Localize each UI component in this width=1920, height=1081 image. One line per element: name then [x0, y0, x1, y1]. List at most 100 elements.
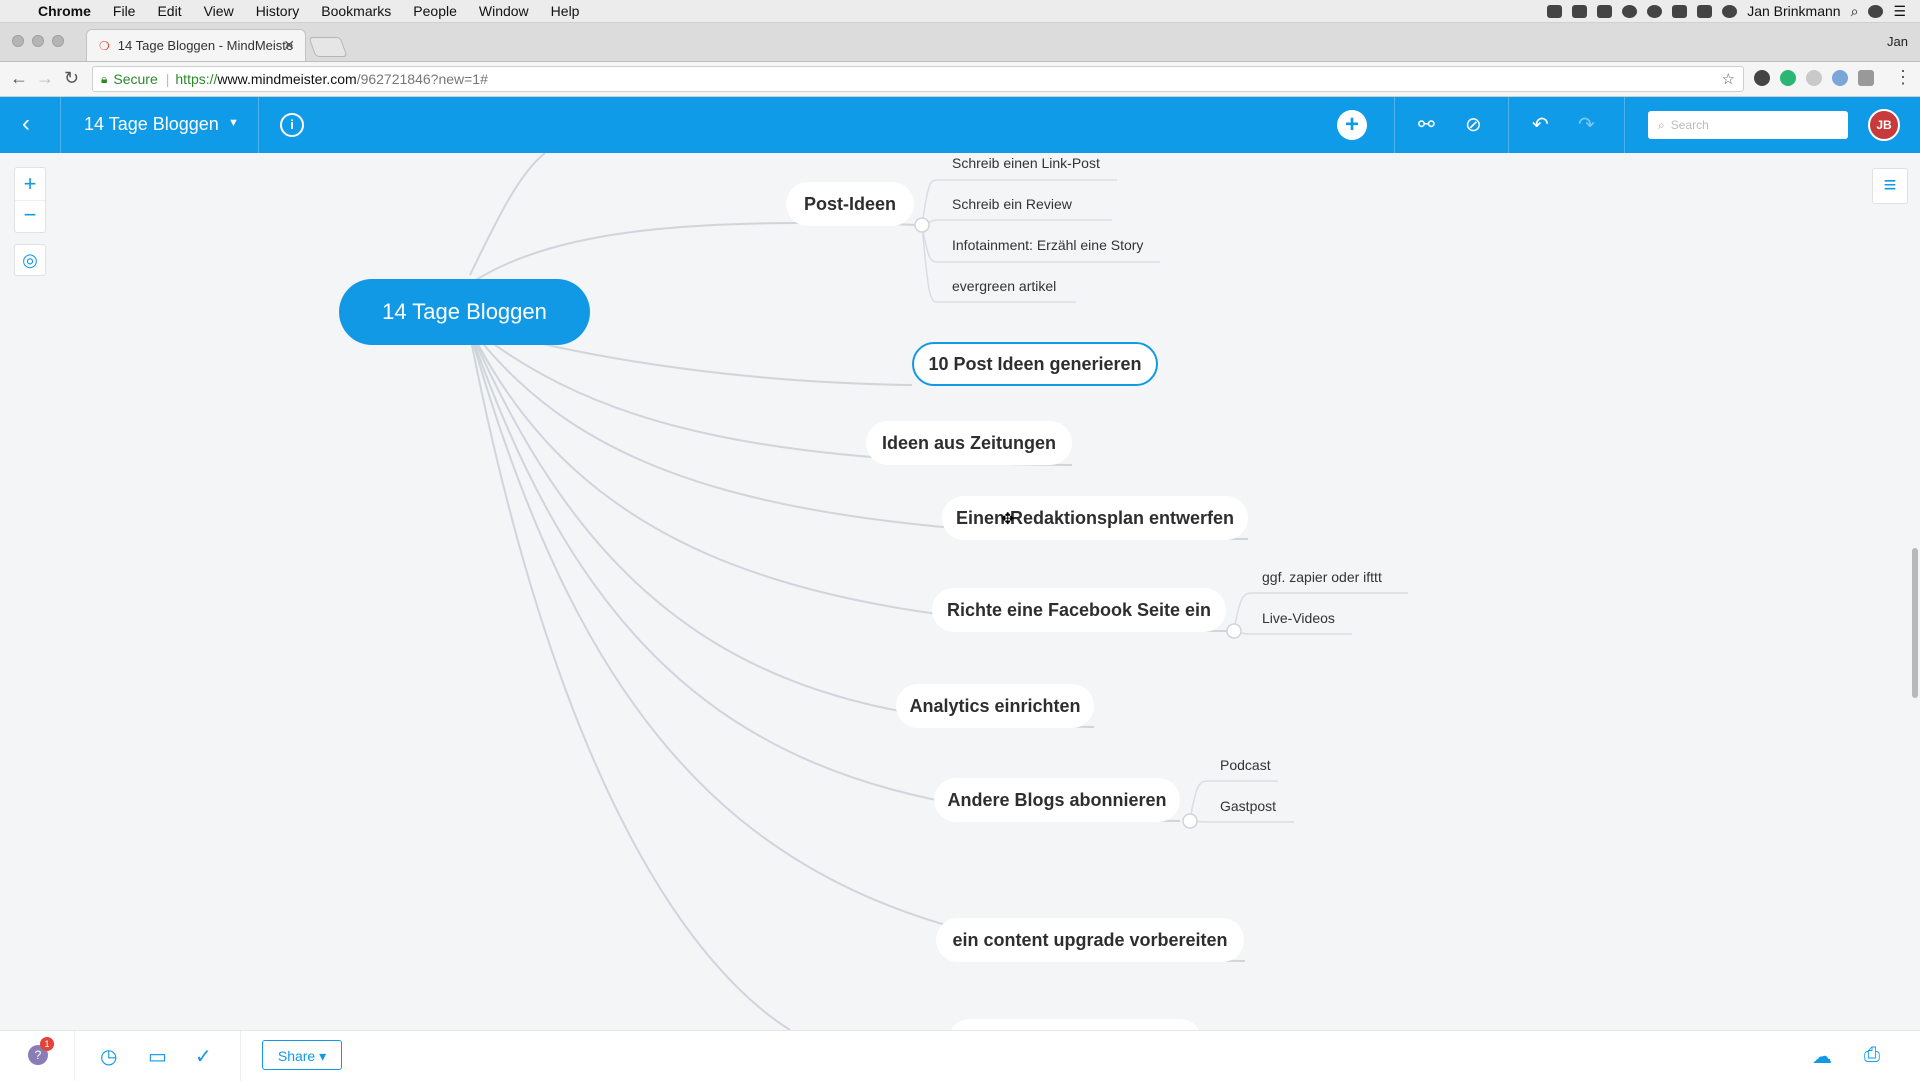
subtopic-live-videos[interactable]: Live-Videos — [1262, 610, 1335, 626]
menu-app-name[interactable]: Chrome — [38, 3, 91, 19]
window-close-icon[interactable] — [12, 35, 24, 47]
browser-profile-name[interactable]: Jan — [1887, 34, 1908, 49]
subtopic-gastpost[interactable]: Gastpost — [1220, 798, 1276, 814]
topic-10-post-ideen-generieren[interactable]: 10 Post Ideen generieren — [912, 342, 1158, 386]
lock-icon: 🔒︎ — [101, 71, 108, 86]
redo-icon[interactable]: ↷ — [1578, 112, 1595, 137]
subtopic-zapier[interactable]: ggf. zapier oder ifttt — [1262, 569, 1382, 585]
spotlight-search-icon[interactable]: ⌕ — [1851, 3, 1859, 20]
notification-tray-icon[interactable] — [1697, 4, 1713, 18]
share-label: Share — [277, 1048, 316, 1064]
extension-info-icon[interactable] — [1754, 70, 1770, 86]
info-icon[interactable]: i — [280, 113, 304, 137]
bookmark-star-icon[interactable]: ☆ — [1722, 70, 1735, 88]
menu-edit[interactable]: Edit — [157, 3, 181, 19]
screen-record-icon[interactable] — [1547, 4, 1563, 18]
topic-facebook-seite[interactable]: Richte eine Facebook Seite ein — [932, 588, 1226, 632]
tab-title: 14 Tage Bloggen - MindMeiste — [117, 38, 294, 53]
topic-andere-blogs[interactable]: Andere Blogs abonnieren — [934, 778, 1180, 822]
notification-center-icon[interactable]: ☰ — [1893, 3, 1906, 20]
connect-icon[interactable]: ⚯ — [1418, 112, 1435, 137]
extension-blue-icon[interactable] — [1832, 70, 1848, 86]
toolbar-divider — [1394, 97, 1395, 153]
add-topic-button[interactable]: + — [1337, 110, 1367, 140]
plus-icon[interactable]: + — [15, 168, 45, 201]
browser-menu-icon[interactable]: ⋮ — [1894, 67, 1912, 88]
topic-ideen-aus-zeitungen[interactable]: Ideen aus Zeitungen — [866, 421, 1072, 465]
siri-icon[interactable] — [1868, 4, 1884, 18]
facebook-collapse-handle — [1226, 623, 1242, 639]
subtopic-review[interactable]: Schreib ein Review — [952, 196, 1072, 212]
bottom-bar: ? 1 ◷ ▭ ✓ Share ▾ ☁ ⎙ — [0, 1030, 1920, 1081]
subtopic-evergreen[interactable]: evergreen artikel — [952, 278, 1056, 294]
connector-to-lower — [467, 324, 791, 1030]
plus-tray-icon[interactable] — [1672, 4, 1688, 18]
extension-green-icon[interactable] — [1780, 70, 1796, 86]
minus-icon[interactable]: − — [15, 201, 45, 233]
menu-view[interactable]: View — [204, 3, 234, 19]
url-input[interactable]: 🔒︎ Secure | https://www.mindmeister.com /… — [92, 66, 1744, 92]
mindmap-canvas[interactable]: 14 Tage Bloggen Post-Ideen 10 Post Ideen… — [0, 153, 1920, 1030]
print-icon[interactable]: ⎙ — [1864, 1044, 1880, 1067]
menu-bookmarks[interactable]: Bookmarks — [321, 3, 391, 19]
menu-people[interactable]: People — [413, 3, 457, 19]
camera-icon[interactable] — [1572, 4, 1588, 18]
topic-redaktionsplan[interactable]: Einen Redaktionsplan entwerfen — [942, 496, 1248, 540]
extension-code-icon[interactable] — [1858, 70, 1874, 86]
presentation-icon[interactable]: ▭ — [148, 1044, 167, 1069]
title-caret-down-icon[interactable]: ▼ — [228, 117, 239, 129]
url-path: /962721846?new=1# — [356, 71, 488, 87]
cloud-download-icon[interactable]: ☁ — [1812, 1044, 1832, 1069]
topic-content-upgrade[interactable]: ein content upgrade vorbereiten — [936, 918, 1244, 962]
undo-icon[interactable]: ↶ — [1532, 112, 1549, 137]
history-icon[interactable]: ◷ — [100, 1044, 117, 1069]
tab-close-icon[interactable]: ✕ — [283, 37, 295, 54]
menu-history[interactable]: History — [256, 3, 300, 19]
menu-window[interactable]: Window — [479, 3, 529, 19]
toolbar-divider — [1508, 97, 1509, 153]
connector-sub-live-videos — [1233, 630, 1352, 635]
menu-bar-user-name[interactable]: Jan Brinkmann — [1747, 3, 1840, 19]
connector-to-blogs — [467, 324, 1181, 822]
search-input[interactable]: ⌕ Search — [1648, 111, 1848, 139]
back-arrow-icon[interactable]: ← — [10, 68, 28, 89]
extension-grey-icon[interactable] — [1806, 70, 1822, 86]
password-manager-icon[interactable] — [1647, 4, 1663, 18]
map-title[interactable]: 14 Tage Bloggen — [84, 114, 219, 135]
hamburger-icon[interactable]: ≡ — [1872, 168, 1908, 204]
toolbar-divider — [258, 97, 259, 153]
mindmeister-favicon-icon: ❍ — [99, 38, 110, 53]
vertical-scrollbar[interactable] — [1912, 548, 1918, 698]
forward-arrow-icon[interactable]: → — [36, 68, 54, 89]
bottom-divider — [240, 1031, 241, 1081]
reload-icon[interactable]: ↻ — [64, 68, 79, 89]
share-button[interactable]: Share ▾ — [262, 1040, 342, 1070]
target-icon[interactable]: ◎ — [14, 244, 46, 276]
new-tab-button[interactable] — [308, 37, 348, 57]
connector-to-post-ideen — [467, 222, 921, 286]
bottom-divider — [74, 1031, 75, 1081]
subtopic-link-post[interactable]: Schreib einen Link-Post — [952, 155, 1100, 171]
root-topic[interactable]: 14 Tage Bloggen — [339, 279, 590, 345]
url-host: www.mindmeister.com — [217, 71, 357, 87]
subtopic-infotainment[interactable]: Infotainment: Erzähl eine Story — [952, 237, 1143, 253]
dropbox-icon[interactable] — [1597, 4, 1613, 18]
checkmark-icon[interactable]: ✓ — [195, 1044, 212, 1069]
window-minimize-icon[interactable] — [32, 35, 44, 47]
browser-tab-active[interactable]: ❍ 14 Tage Bloggen - MindMeiste ✕ — [86, 29, 306, 61]
menu-bar-tray: Jan Brinkmann ⌕ ☰ — [1547, 0, 1906, 22]
time-machine-icon[interactable] — [1622, 4, 1638, 18]
back-chevron-icon[interactable]: ‹ — [22, 110, 30, 138]
menu-help[interactable]: Help — [551, 3, 580, 19]
avatar[interactable]: JB — [1868, 109, 1900, 141]
clock-tray-icon[interactable] — [1722, 4, 1738, 18]
topic-analytics[interactable]: Analytics einrichten — [896, 684, 1094, 728]
menu-file[interactable]: File — [113, 3, 136, 19]
connector-to-content-upgrade — [467, 324, 1246, 962]
window-zoom-icon[interactable] — [52, 35, 64, 47]
topic-post-ideen[interactable]: Post-Ideen — [786, 182, 914, 226]
browser-tab-strip: ❍ 14 Tage Bloggen - MindMeiste ✕ Jan — [0, 23, 1920, 62]
subtopic-podcast[interactable]: Podcast — [1220, 757, 1271, 773]
no-style-icon[interactable]: ⊘ — [1465, 112, 1482, 137]
topic-partially-visible[interactable] — [948, 1019, 1202, 1030]
